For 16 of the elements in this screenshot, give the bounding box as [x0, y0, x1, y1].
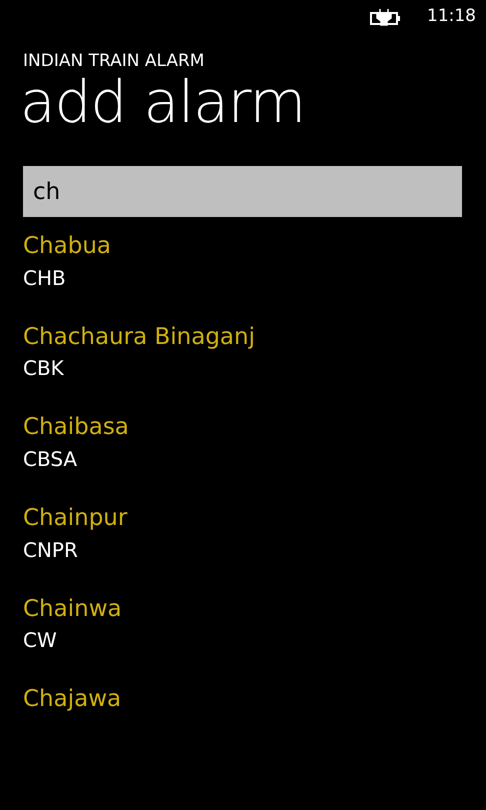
search-field[interactable]: ch [23, 166, 462, 218]
page-title: add alarm [20, 71, 306, 136]
app-title: INDIAN TRAIN ALARM [23, 51, 206, 72]
station-name[interactable]: Chachaura Binaganj [23, 324, 486, 352]
station-code: CBK [23, 356, 65, 380]
station-code: CW [23, 628, 58, 652]
station-name[interactable]: Chaibasa [23, 414, 486, 442]
station-code: CNPR [23, 538, 79, 562]
station-name[interactable]: Chabua [23, 233, 486, 261]
station-name[interactable]: Chajawa [23, 686, 486, 714]
clock-time: 11:18 [427, 5, 476, 28]
station-code: CBSA [23, 446, 78, 471]
station-name[interactable]: Chainpur [23, 504, 486, 533]
station-name[interactable]: Chainwa [23, 596, 486, 624]
battery-charging-icon [369, 8, 403, 26]
station-code: CHB [23, 266, 67, 290]
